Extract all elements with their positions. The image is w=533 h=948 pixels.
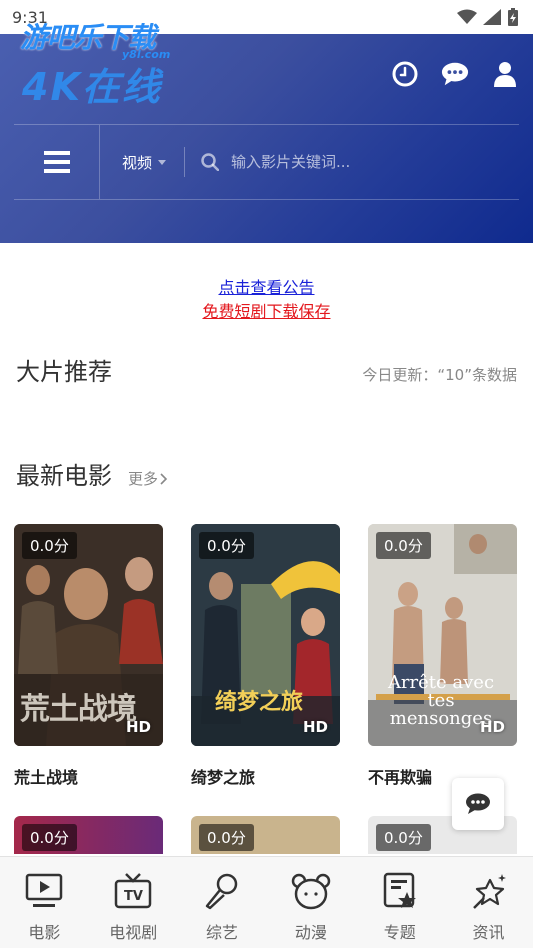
nav-item-movies[interactable]: 电影 xyxy=(4,857,84,948)
movie-poster[interactable]: 0.0分 Arrête avec tes mensonges HD xyxy=(368,524,517,746)
nav-label: 电视剧 xyxy=(109,923,158,942)
user-icon xyxy=(494,62,516,87)
movie-title[interactable]: 荒土战境 xyxy=(14,764,163,788)
search-input[interactable] xyxy=(231,153,432,171)
latest-movies-header: 最新电影 更多 xyxy=(16,456,517,491)
clock-icon xyxy=(392,61,418,87)
movie-card[interactable]: 0.0分 xyxy=(14,816,163,854)
status-bar: 9:31 xyxy=(0,0,533,34)
nav-label: 资讯 xyxy=(472,923,505,942)
hamburger-menu-icon xyxy=(43,151,70,173)
featured-title: 大片推荐 xyxy=(16,358,112,386)
latest-movies-title: 最新电影 xyxy=(16,462,112,490)
menu-button[interactable] xyxy=(14,125,100,199)
category-value: 视频 xyxy=(122,153,153,172)
header-actions xyxy=(391,60,519,88)
score-badge: 0.0分 xyxy=(22,824,77,851)
update-info: 今日更新：“10”条数据 xyxy=(362,366,517,384)
nav-label: 电影 xyxy=(28,923,61,942)
nav-label: 专题 xyxy=(383,923,416,942)
poster-title-text: 绮梦之旅 xyxy=(215,689,304,715)
movie-card[interactable]: 0.0分 xyxy=(191,816,340,854)
more-label: 更多 xyxy=(128,470,159,488)
header-divider-bottom xyxy=(14,199,519,200)
logo-text-secondary: 4K在线 xyxy=(22,65,162,109)
score-badge: 0.0分 xyxy=(199,824,254,851)
movie-poster[interactable]: 0.0分 荒土战境 HD xyxy=(14,524,163,746)
nav-label: 动漫 xyxy=(294,923,327,942)
hd-badge: HD xyxy=(302,718,328,736)
history-button[interactable] xyxy=(391,60,419,88)
sparkle-icon xyxy=(469,871,509,911)
svg-text:TV: TV xyxy=(124,889,143,904)
notice-area: 点击查看公告 免费短剧下载保存 xyxy=(0,276,533,324)
nav-item-news[interactable]: 资讯 xyxy=(449,857,529,948)
search-icon[interactable] xyxy=(201,153,220,171)
score-badge: 0.0分 xyxy=(376,824,431,851)
nav-item-tv-series[interactable]: TV 电视剧 xyxy=(93,857,173,948)
movie-card[interactable]: 0.0分 绮梦之旅 HD 绮梦之旅 xyxy=(191,524,340,788)
chat-bubble-icon xyxy=(466,793,490,814)
nav-label: 综艺 xyxy=(206,923,239,942)
short-drama-download-link[interactable]: 免费短剧下载保存 xyxy=(0,300,533,324)
category-dropdown[interactable]: 视频 xyxy=(100,147,186,177)
battery-icon xyxy=(508,8,518,26)
hd-badge: HD xyxy=(479,718,505,736)
star-document-icon xyxy=(380,871,420,911)
movie-poster[interactable]: 0.0分 绮梦之旅 HD xyxy=(191,524,340,746)
chat-bubble-icon xyxy=(441,62,469,86)
movie-poster[interactable]: 0.0分 xyxy=(14,816,163,854)
movie-card[interactable]: 0.0分 Arrête avec tes mensonges HD 不再欺骗 xyxy=(368,524,517,788)
nav-item-anime[interactable]: 动漫 xyxy=(271,857,351,948)
movie-screen-icon xyxy=(24,871,64,911)
header: 游吧乐下载 y8l.com 4K在线 视频 输入影片关键词... xyxy=(0,21,533,243)
nav-item-variety[interactable]: 综艺 xyxy=(182,857,262,948)
score-badge: 0.0分 xyxy=(199,532,254,559)
microphone-icon xyxy=(202,871,242,911)
score-badge: 0.0分 xyxy=(376,532,431,559)
movie-card[interactable]: 0.0分 荒土战境 HD 荒土战境 xyxy=(14,524,163,788)
status-icons xyxy=(457,8,519,26)
signal-icon xyxy=(483,9,501,25)
movie-grid: 0.0分 荒土战境 HD 荒土战境 0.0分 绮梦之旅 HD 绮梦之旅 0.0分… xyxy=(14,524,520,854)
chevron-right-icon xyxy=(160,472,168,485)
caret-down-icon xyxy=(158,159,167,165)
floating-chat-button[interactable] xyxy=(452,778,504,830)
movie-title[interactable]: 绮梦之旅 xyxy=(191,764,340,788)
announcement-link[interactable]: 点击查看公告 xyxy=(0,276,533,300)
tv-icon: TV xyxy=(113,871,153,911)
bear-icon xyxy=(291,871,331,911)
score-badge: 0.0分 xyxy=(22,532,77,559)
nav-item-topics[interactable]: 专题 xyxy=(360,857,440,948)
status-time: 9:31 xyxy=(12,7,48,27)
messages-button[interactable] xyxy=(441,60,469,88)
movie-poster[interactable]: 0.0分 xyxy=(191,816,340,854)
poster-title-text: 荒土战境 xyxy=(20,692,137,727)
more-link[interactable]: 更多 xyxy=(128,468,168,489)
hd-badge: HD xyxy=(125,718,151,736)
search-field xyxy=(185,153,519,171)
search-bar: 视频 xyxy=(14,125,519,199)
wifi-icon xyxy=(457,9,477,24)
featured-section-header: 大片推荐 今日更新：“10”条数据 xyxy=(16,352,517,387)
bottom-nav: 电影 TV 电视剧 综艺 动漫 专题 资讯 xyxy=(0,856,533,948)
user-button[interactable] xyxy=(491,60,519,88)
